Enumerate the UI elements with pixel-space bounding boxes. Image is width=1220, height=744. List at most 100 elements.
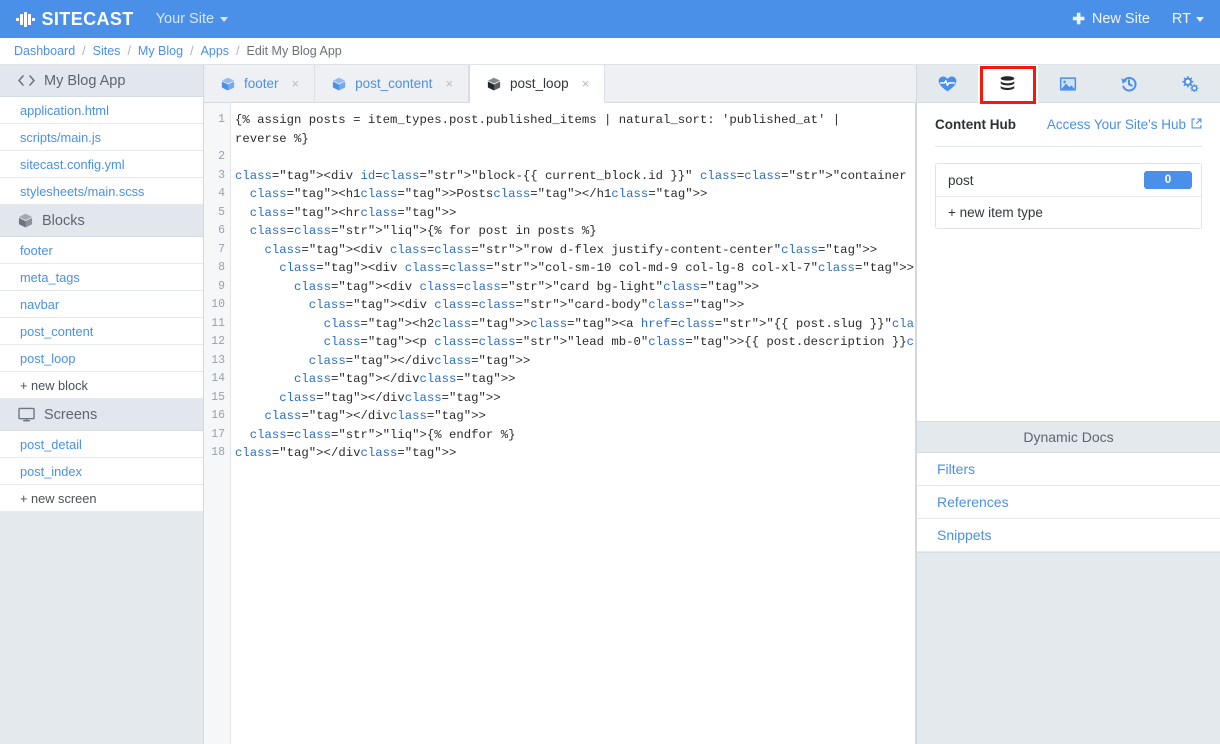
line-number: 5	[218, 205, 225, 219]
content-hub-title: Content Hub	[935, 117, 1016, 132]
cube-icon	[332, 77, 346, 91]
right-panel-footer	[917, 551, 1220, 744]
line-number: 18	[211, 446, 225, 459]
right-panel-icon-bar	[917, 65, 1220, 104]
cube-icon	[487, 77, 501, 91]
new-item-type-button[interactable]: + new item type	[936, 196, 1201, 228]
dynamic-docs-header: Dynamic Docs	[917, 420, 1220, 453]
close-icon[interactable]: ×	[445, 77, 453, 90]
breadcrumb-separator: /	[236, 44, 240, 58]
right-panel: Content Hub Access Your Site's Hub post	[916, 65, 1220, 744]
close-icon[interactable]: ×	[582, 77, 590, 90]
plus-icon: ✚	[1072, 10, 1085, 28]
code-editor[interactable]: 1 2 3 4 5 6 7 8 9 10 11 12 13 14 15 16 1…	[204, 103, 916, 744]
tab-label: post_loop	[510, 76, 569, 91]
line-number: 17	[211, 427, 225, 441]
line-number-spacer	[204, 130, 230, 149]
chevron-down-icon	[1196, 16, 1204, 22]
sidebar-header-app: My Blog App	[0, 65, 203, 97]
dynamic-docs-item-snippets[interactable]: Snippets	[917, 518, 1220, 552]
sidebar-item-meta-tags[interactable]: meta_tags	[0, 264, 203, 291]
breadcrumb-separator: /	[127, 44, 131, 58]
sidebar-item-stylesheets-main-scss[interactable]: stylesheets/main.scss	[0, 178, 203, 205]
line-number: 4	[218, 187, 225, 200]
sidebar-item-scripts-main-js[interactable]: scripts/main.js	[0, 124, 203, 151]
sidebar-item-post-index[interactable]: post_index	[0, 458, 203, 485]
sidebar-header-screens: Screens	[0, 399, 203, 431]
line-number: 11	[211, 316, 225, 330]
brand-label: SITECAST	[41, 8, 134, 29]
main-layout: My Blog App application.html scripts/mai…	[0, 65, 1220, 744]
new-screen-button[interactable]: + new screen	[0, 485, 203, 512]
line-number: 14	[211, 372, 225, 385]
line-number: 1	[218, 113, 225, 126]
new-site-button[interactable]: ✚ New Site	[1072, 11, 1150, 27]
sidebar-item-navbar[interactable]: navbar	[0, 291, 203, 318]
image-icon[interactable]	[1038, 65, 1099, 102]
line-number: 12	[211, 335, 225, 348]
navbar-right: ✚ New Site RT	[1072, 11, 1204, 27]
history-icon[interactable]	[1099, 65, 1160, 102]
line-number: 7	[218, 242, 225, 256]
site-selector[interactable]: Your Site	[155, 11, 229, 27]
sidebar-blocks-label: Blocks	[42, 212, 85, 229]
tab-footer[interactable]: footer ×	[204, 65, 316, 102]
user-initials: RT	[1171, 11, 1191, 27]
new-site-label: New Site	[1091, 11, 1150, 27]
tab-label: footer	[244, 76, 279, 91]
cogs-icon[interactable]	[1159, 65, 1220, 102]
sidebar-app-label: My Blog App	[44, 72, 126, 89]
database-icon[interactable]	[977, 65, 1039, 104]
breadcrumb-separator: /	[82, 44, 86, 58]
breadcrumb-item-sites[interactable]: Sites	[93, 44, 121, 58]
external-link-icon	[1191, 117, 1202, 132]
editor-column: footer × post_content × post_loop × 1 2 …	[204, 65, 916, 744]
code-content[interactable]: {% assign posts = item_types.post.publis…	[231, 103, 915, 744]
breadcrumb-item-apps[interactable]: Apps	[201, 44, 230, 58]
dynamic-docs-item-references[interactable]: References	[917, 485, 1220, 519]
right-panel-body: Content Hub Access Your Site's Hub post	[917, 103, 1220, 229]
heartbeat-icon[interactable]	[917, 65, 978, 102]
left-sidebar: My Blog App application.html scripts/mai…	[0, 65, 204, 744]
close-icon[interactable]: ×	[292, 77, 300, 90]
line-number: 15	[211, 390, 225, 404]
site-selector-label: Your Site	[155, 11, 215, 27]
user-menu[interactable]: RT	[1172, 11, 1204, 27]
line-number: 13	[211, 353, 225, 367]
tabbar-filler	[605, 65, 916, 102]
tab-post-loop[interactable]: post_loop ×	[469, 65, 606, 103]
sidebar-item-post-content[interactable]: post_content	[0, 318, 203, 345]
line-number: 10	[211, 298, 225, 311]
cube-icon	[18, 213, 33, 228]
breadcrumb-item-dashboard[interactable]: Dashboard	[14, 44, 75, 58]
access-site-hub-label: Access Your Site's Hub	[1046, 117, 1186, 132]
item-type-count-badge: 0	[1144, 171, 1192, 189]
sidebar-item-post-loop[interactable]: post_loop	[0, 345, 203, 372]
sidebar-item-sitecast-config-yml[interactable]: sitecast.config.yml	[0, 151, 203, 178]
line-number: 6	[218, 224, 225, 237]
chevron-down-icon	[220, 16, 229, 22]
brand[interactable]: SITECAST	[16, 9, 134, 30]
breadcrumb-separator: /	[190, 44, 194, 58]
line-number: 8	[218, 261, 225, 274]
sidebar-item-post-detail[interactable]: post_detail	[0, 431, 203, 458]
code-brackets-icon	[18, 74, 35, 87]
sidebar-screens-label: Screens	[44, 406, 98, 423]
sidebar-item-application-html[interactable]: application.html	[0, 97, 203, 124]
tab-label: post_content	[355, 76, 433, 91]
line-number: 3	[218, 168, 225, 182]
editor-tabbar: footer × post_content × post_loop ×	[204, 65, 916, 103]
dynamic-docs-item-filters[interactable]: Filters	[917, 452, 1220, 486]
sidebar-item-footer[interactable]: footer	[0, 237, 203, 264]
item-type-post[interactable]: post 0	[936, 164, 1201, 196]
waveform-icon	[16, 11, 35, 27]
cube-icon	[221, 77, 235, 91]
line-number: 16	[211, 409, 225, 422]
access-site-hub-link[interactable]: Access Your Site's Hub	[1047, 117, 1202, 132]
breadcrumb-item-my-blog[interactable]: My Blog	[138, 44, 183, 58]
item-types-list: post 0 + new item type	[935, 163, 1202, 229]
new-block-button[interactable]: + new block	[0, 372, 203, 399]
right-panel-spacer	[917, 229, 1220, 421]
monitor-icon	[18, 407, 35, 422]
tab-post-content[interactable]: post_content ×	[315, 65, 470, 102]
